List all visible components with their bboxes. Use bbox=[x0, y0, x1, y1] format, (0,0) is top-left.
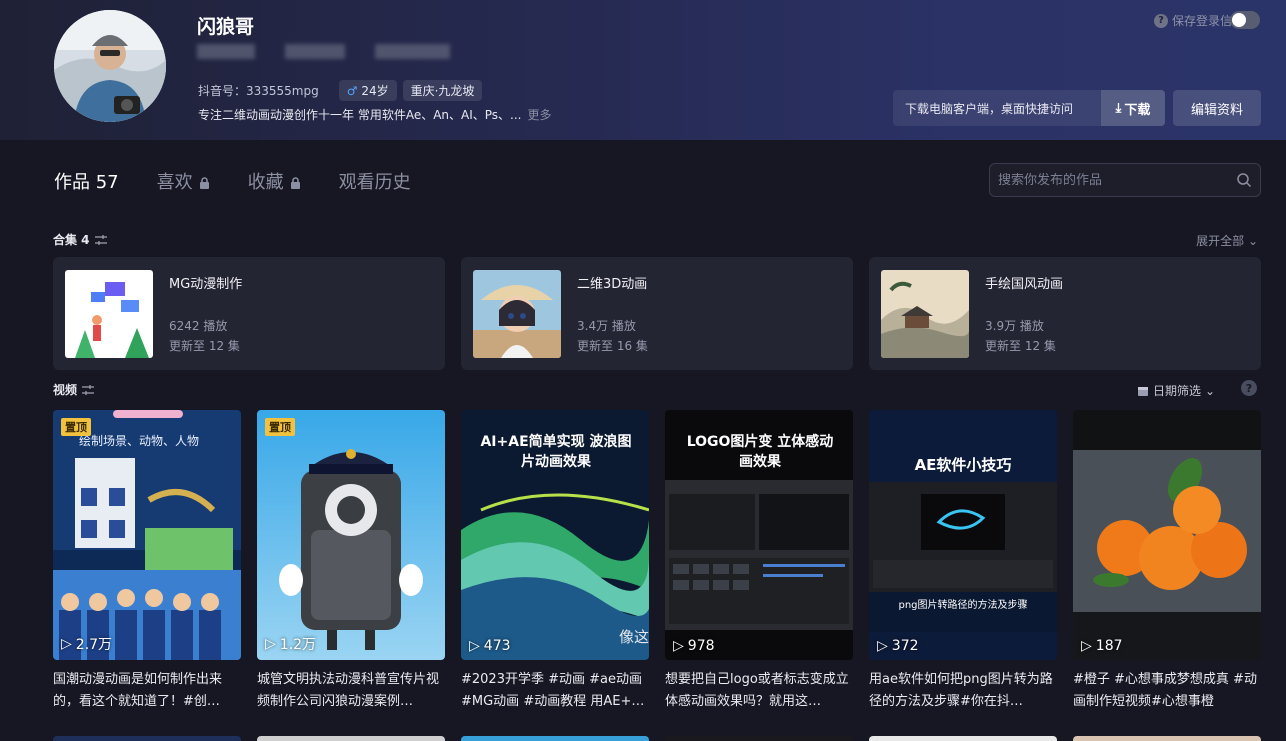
play-count: ▷ 372 bbox=[877, 638, 919, 654]
download-client-text: 下载电脑客户端，桌面快捷访问 bbox=[905, 101, 1074, 116]
location-badge: 重庆·九龙坡 bbox=[402, 80, 483, 101]
collection-card[interactable]: MG动漫制作 6242 播放 更新至 12 集 bbox=[53, 257, 445, 370]
pinned-badge: 置顶 bbox=[61, 418, 91, 436]
chevron-down-icon: ⌄ bbox=[1247, 234, 1258, 248]
search-icon[interactable] bbox=[1236, 172, 1252, 188]
play-icon: ▷ bbox=[673, 638, 684, 654]
lock-icon bbox=[290, 177, 300, 189]
video-thumbnail: ▷ 187 bbox=[1073, 410, 1261, 660]
video-card[interactable]: 置顶 ▷ 1.2万 城管文明执法动漫科普宣传片视频制作公司闪狼动漫案例… bbox=[257, 410, 445, 713]
thumbnail-caption: AE软件小技巧 bbox=[914, 456, 1012, 474]
profile-bio: 专注二维动画动漫创作十一年 常用软件Ae、An、AI、Ps、... 更多 bbox=[198, 108, 552, 122]
collection-plays: 6242 播放 bbox=[169, 319, 228, 333]
thumbnail-caption: 绘制场景、动物、人物 bbox=[79, 434, 200, 448]
play-icon: ▷ bbox=[877, 638, 888, 654]
collection-updated: 更新至 16 集 bbox=[577, 339, 648, 353]
thumbnail-caption: AI+AE简单实现 波浪图片动画效果 bbox=[480, 434, 632, 470]
tab-likes[interactable]: 喜欢 bbox=[157, 168, 210, 194]
video-card[interactable]: AI+AE简单实现 波浪图片动画效果 像这 ▷ 473 #2023开学季 #动画 … bbox=[461, 410, 649, 713]
search-input[interactable] bbox=[998, 172, 1236, 188]
video-thumbnail: AI+AE简单实现 波浪图片动画效果 像这 ▷ 473 bbox=[461, 410, 649, 660]
save-login-toggle[interactable] bbox=[1230, 11, 1260, 29]
sort-icon[interactable] bbox=[81, 384, 95, 396]
collection-thumbnail bbox=[473, 270, 561, 358]
collection-name: 手绘国风动画 bbox=[985, 277, 1064, 292]
edit-profile-button[interactable]: 编辑资料 bbox=[1173, 90, 1261, 126]
avatar[interactable] bbox=[54, 10, 166, 122]
collection-thumbnail bbox=[881, 270, 969, 358]
thumbnail-caption: LOGO图片变 立体感动画效果 bbox=[686, 434, 834, 470]
tab-works[interactable]: 作品 57 bbox=[54, 168, 119, 194]
expand-all-link[interactable]: 展开全部 ⌄ bbox=[1196, 232, 1258, 249]
video-thumbnail: 绘制场景、动物、人物 置顶 ▷ 2.7万 bbox=[53, 410, 241, 660]
video-thumbnail: LOGO图片变 立体感动画效果 ▷ 978 bbox=[665, 410, 853, 660]
video-card[interactable] bbox=[53, 736, 241, 741]
video-card[interactable] bbox=[1073, 736, 1261, 741]
sort-icon[interactable] bbox=[94, 234, 108, 246]
video-card[interactable]: 绘制场景、动物、人物 置顶 ▷ 2.7万 国潮动漫动画是如何制作出来的，看这个就知… bbox=[53, 410, 241, 713]
download-icon: ⤓ bbox=[1115, 100, 1122, 116]
collection-updated: 更新至 12 集 bbox=[985, 339, 1056, 353]
collection-name: 二维3D动画 bbox=[577, 277, 648, 292]
videos-header: 视频 bbox=[53, 381, 95, 398]
tab-favorites[interactable]: 收藏 bbox=[248, 168, 301, 194]
video-title[interactable]: 国潮动漫动画是如何制作出来的，看这个就知道了！#创… bbox=[53, 669, 241, 713]
video-thumbnail: 置顶 ▷ 1.2万 bbox=[257, 410, 445, 660]
profile-meta: 抖音号：333555mpg ♂ 24岁 重庆·九龙坡 bbox=[198, 80, 483, 101]
collection-name: MG动漫制作 bbox=[169, 277, 243, 292]
play-icon: ▷ bbox=[469, 638, 480, 654]
video-card[interactable]: ▷ 187 #橙子 #心想事成梦想成真 #动画制作短视频#心想事橙 bbox=[1073, 410, 1261, 713]
download-client-banner: 下载电脑客户端，桌面快捷访问 ⤓ 下载 bbox=[893, 90, 1165, 126]
works-search bbox=[989, 163, 1261, 197]
video-card[interactable]: AE软件小技巧 png图片转路径的方法及步骤 ▷ 372 用ae软件如何把png图… bbox=[869, 410, 1057, 713]
profile-name: 闪狼哥 bbox=[197, 16, 255, 38]
video-card[interactable] bbox=[257, 736, 445, 741]
thumbnail-caption: 像这 bbox=[619, 628, 649, 646]
video-card[interactable] bbox=[461, 736, 649, 741]
collection-plays: 3.9万 播放 bbox=[985, 319, 1044, 333]
play-icon: ▷ bbox=[265, 636, 276, 652]
video-title[interactable]: #2023开学季 #动画 #ae动画 #MG动画 #动画教程 用AE+… bbox=[461, 669, 649, 713]
play-icon: ▷ bbox=[61, 636, 72, 652]
video-title[interactable]: 用ae软件如何把png图片转为路径的方法及步骤#你在抖… bbox=[869, 669, 1057, 713]
help-icon[interactable]: ? bbox=[1241, 380, 1257, 396]
help-icon[interactable]: ? bbox=[1153, 13, 1168, 28]
bio-more-link[interactable]: 更多 bbox=[527, 108, 551, 122]
play-count: ▷ 978 bbox=[673, 638, 715, 654]
male-icon: ♂ bbox=[346, 84, 358, 98]
video-title[interactable]: 城管文明执法动漫科普宣传片视频制作公司闪狼动漫案例… bbox=[257, 669, 445, 713]
download-button[interactable]: ⤓ 下载 bbox=[1101, 90, 1165, 126]
video-card[interactable]: LOGO图片变 立体感动画效果 ▷ 978 想要把自己logo或者标志变成立体感动… bbox=[665, 410, 853, 713]
play-count: ▷ 1.2万 bbox=[265, 636, 317, 653]
collection-plays: 3.4万 播放 bbox=[577, 319, 636, 333]
video-title[interactable]: 想要把自己logo或者标志变成立体感动画效果吗？就用这… bbox=[665, 669, 853, 713]
video-thumbnail: AE软件小技巧 png图片转路径的方法及步骤 ▷ 372 bbox=[869, 410, 1057, 660]
calendar-icon bbox=[1138, 386, 1148, 396]
blurred-stat bbox=[375, 44, 450, 59]
blurred-stat bbox=[197, 44, 255, 59]
gender-age-badge: ♂ 24岁 bbox=[338, 80, 397, 101]
play-count: ▷ 187 bbox=[1081, 638, 1123, 654]
play-count: ▷ 473 bbox=[469, 638, 511, 654]
pinned-badge: 置顶 bbox=[265, 418, 295, 436]
tab-history[interactable]: 观看历史 bbox=[339, 168, 411, 194]
chevron-down-icon: ⌄ bbox=[1205, 383, 1216, 398]
play-icon: ▷ bbox=[1081, 638, 1092, 654]
collection-card[interactable]: 二维3D动画 3.4万 播放 更新至 16 集 bbox=[461, 257, 853, 370]
play-count: ▷ 2.7万 bbox=[61, 636, 113, 653]
douyin-id: 抖音号：333555mpg bbox=[198, 84, 319, 98]
collections-header: 合集 4 bbox=[53, 231, 108, 248]
profile-tabs: 作品 57 喜欢 收藏 观看历史 bbox=[54, 168, 411, 194]
video-card[interactable] bbox=[869, 736, 1057, 741]
collection-thumbnail bbox=[65, 270, 153, 358]
video-card[interactable] bbox=[665, 736, 853, 741]
collection-updated: 更新至 12 集 bbox=[169, 339, 240, 353]
collection-card[interactable]: 手绘国风动画 3.9万 播放 更新至 12 集 bbox=[869, 257, 1261, 370]
lock-icon bbox=[199, 177, 209, 189]
video-title[interactable]: #橙子 #心想事成梦想成真 #动画制作短视频#心想事橙 bbox=[1073, 669, 1261, 713]
thumbnail-caption: png图片转路径的方法及步骤 bbox=[898, 600, 1028, 611]
date-filter-dropdown[interactable]: 日期筛选 ⌄ bbox=[1137, 382, 1215, 399]
blurred-stat bbox=[285, 44, 345, 59]
